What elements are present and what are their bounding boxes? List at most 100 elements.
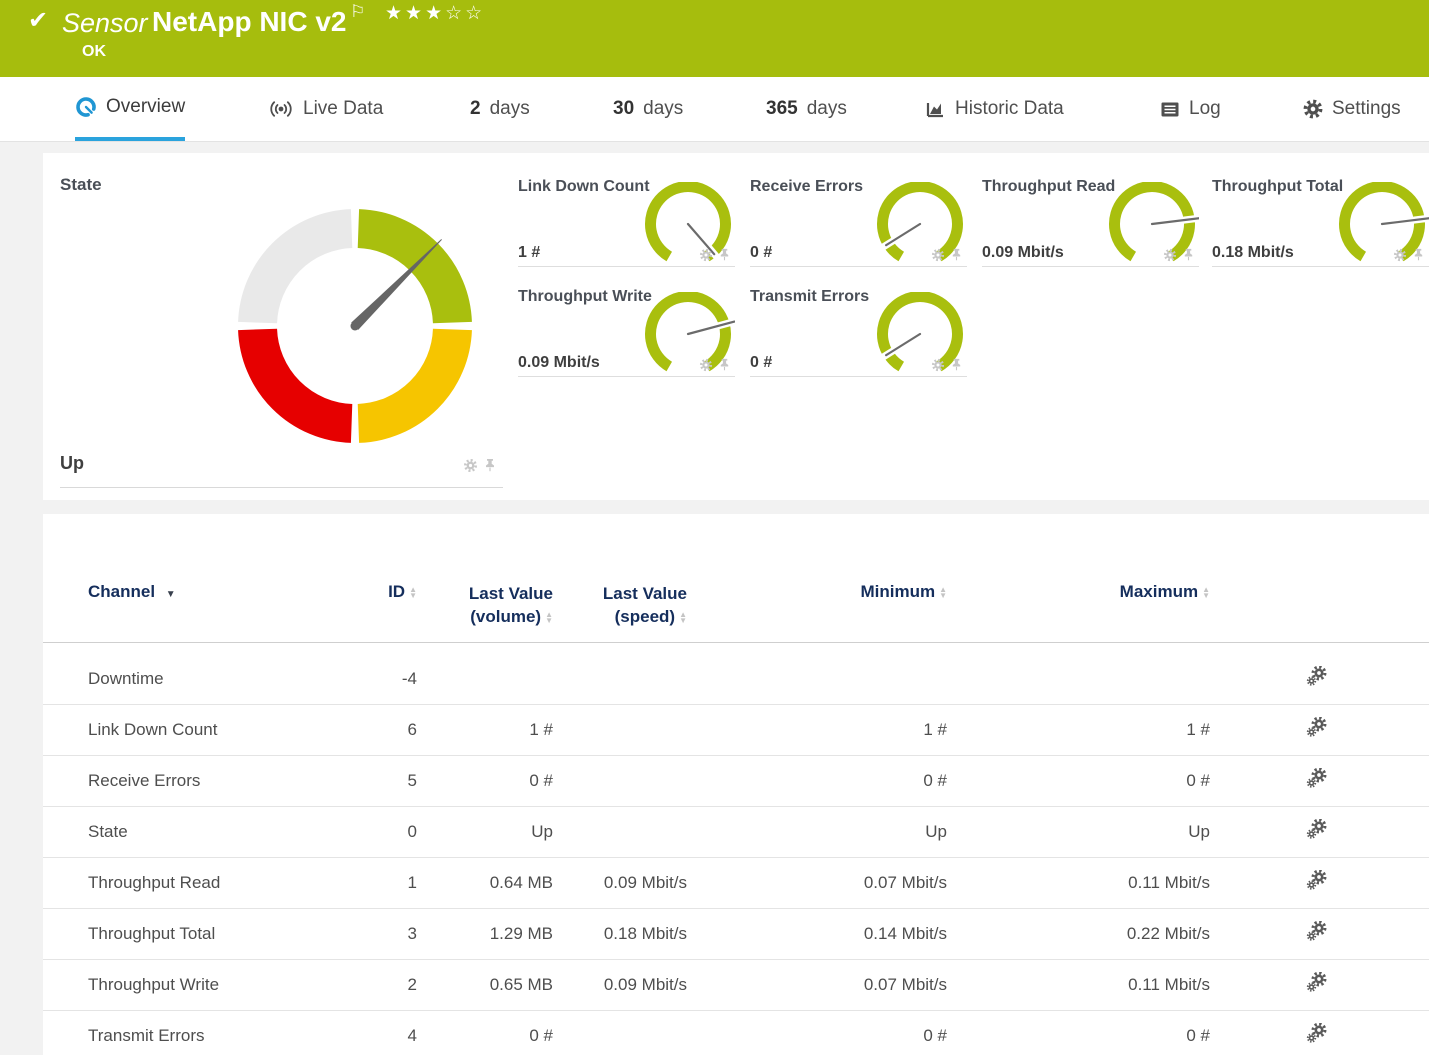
tab-2-days[interactable]: 2 days [470,77,530,141]
gauge-title: Transmit Errors [750,288,869,306]
column-header-label: ID [388,582,405,601]
cell-divider [60,487,503,488]
channel-name: Transmit Errors [43,1026,373,1046]
table-row-transmit-errors: Transmit Errors 4 0 # 0 # 0 # [43,1011,1429,1055]
status-ok-check-icon: ✔ [28,6,48,35]
table-row-receive-errors: Receive Errors 5 0 # 0 # 0 # [43,756,1429,807]
tab-label: Overview [106,96,185,118]
column-header-label: Last Value [603,582,687,605]
gear-icon[interactable] [1393,248,1407,262]
channel-settings-gears-icon[interactable] [1306,870,1328,897]
channel-id: 1 [373,873,417,893]
sort-desc-icon: ▼ [166,589,176,600]
table-row-link-down-count: Link Down Count 6 1 # 1 # 1 # [43,705,1429,756]
gear-icon[interactable] [1163,248,1177,262]
gear-icon[interactable] [931,358,945,372]
stars-empty[interactable]: ☆☆ [445,3,485,24]
pin-icon[interactable] [1412,248,1425,261]
table-row-throughput-read: Throughput Read 1 0.64 MB 0.09 Mbit/s 0.… [43,858,1429,909]
gear-icon[interactable] [931,248,945,262]
channel-name: Throughput Write [43,975,373,995]
tab-historic-data[interactable]: Historic Data [925,77,1064,141]
tab-365-days[interactable]: 365 days [766,77,847,141]
maximum-value: 0.11 Mbit/s [947,975,1210,995]
tab-label: days [807,98,847,120]
sort-icon: ▲▼ [545,612,553,624]
last-value-speed: 0.18 Mbit/s [553,924,687,944]
pin-icon[interactable] [950,248,963,261]
tab-live-data[interactable]: Live Data [268,77,383,141]
pin-icon[interactable] [1182,248,1195,261]
maximum-value: 0.22 Mbit/s [947,924,1210,944]
tab-label: Live Data [303,98,383,120]
gauge-value: 1 # [518,244,540,262]
gauge-title: Link Down Count [518,178,650,196]
gauge-value: 0.18 Mbit/s [1212,244,1294,262]
column-header-last-value-speed[interactable]: Last Value(speed)▲▼ [553,582,687,628]
tab-settings[interactable]: Settings [1303,77,1401,141]
state-gauge-value: Up [60,453,84,474]
gauge-cell-throughput-write: Throughput Write 0.09 Mbit/s [518,286,735,377]
column-header-maximum[interactable]: Maximum▲▼ [947,582,1210,602]
tab-log[interactable]: Log [1160,77,1221,141]
pin-icon[interactable] [950,358,963,371]
pin-icon[interactable] [718,248,731,261]
stars-filled[interactable]: ★★★ [385,3,445,24]
sort-icon: ▲▼ [679,612,687,624]
state-gauge-cell: State Up [43,153,503,500]
tab-30-days[interactable]: 30 days [613,77,683,141]
broadcast-icon [268,99,294,119]
channel-settings-gears-icon[interactable] [1306,921,1328,948]
tab-overview[interactable]: Overview [75,77,185,141]
gear-icon[interactable] [699,358,713,372]
gauges-panel: State Up Link Down Count [43,153,1429,500]
last-value-volume: 1.29 MB [417,924,553,944]
channel-settings-gears-icon[interactable] [1306,717,1328,744]
tab-label: days [643,98,683,120]
channel-name: Throughput Read [43,873,373,893]
table-header-row: Channel ▼ ID ▲▼ Last Value(volume)▲▼ Last… [43,582,1429,643]
column-header-minimum[interactable]: Minimum▲▼ [687,582,947,602]
channel-name: Receive Errors [43,771,373,791]
channel-name: Link Down Count [43,720,373,740]
gear-icon[interactable] [699,248,713,262]
gear-icon [1303,99,1323,119]
channel-id: 2 [373,975,417,995]
pin-icon[interactable] [718,358,731,371]
tab-label: Historic Data [955,98,1064,120]
maximum-value: 0.11 Mbit/s [947,873,1210,893]
gauge-cell-receive-errors: Receive Errors 0 # [750,176,967,267]
channel-settings-gears-icon[interactable] [1306,666,1328,693]
channel-settings-gears-icon[interactable] [1306,819,1328,846]
tab-bar: Overview Live Data 2 days 30 days 365 da… [0,77,1429,142]
sensor-status-header: ✔ Sensor NetApp NIC v2 ⚐ ★★★☆☆ OK [0,0,1429,77]
channel-id: -4 [373,669,417,689]
last-value-volume: 0.64 MB [417,873,553,893]
column-header-id[interactable]: ID ▲▼ [373,582,417,602]
gauge-title: Receive Errors [750,178,863,196]
minimum-value: 0.07 Mbit/s [687,873,947,893]
channel-settings-gears-icon[interactable] [1306,1023,1328,1050]
column-header-last-value-volume[interactable]: Last Value(volume)▲▼ [417,582,553,628]
sensor-overview-page: ✔ Sensor NetApp NIC v2 ⚐ ★★★☆☆ OK Overvi… [0,0,1429,1055]
priority-stars[interactable]: ★★★☆☆ [385,2,485,25]
gauge-cell-link-down-count: Link Down Count 1 # [518,176,735,267]
column-header-channel[interactable]: Channel ▼ [43,582,373,602]
sort-icon: ▲▼ [409,587,417,599]
gauge-cell-transmit-errors: Transmit Errors 0 # [750,286,967,377]
table-row-throughput-total: Throughput Total 3 1.29 MB 0.18 Mbit/s 0… [43,909,1429,960]
gauge-actions [931,248,963,262]
last-value-speed: 0.09 Mbit/s [553,873,687,893]
object-kind-label: Sensor [62,8,148,39]
priority-flag-icon[interactable]: ⚐ [350,2,365,22]
tab-label: Log [1189,98,1221,120]
minimum-value: 0 # [687,1026,947,1046]
channel-settings-gears-icon[interactable] [1306,768,1328,795]
gear-icon[interactable] [463,458,478,473]
pin-icon[interactable] [483,458,497,472]
channels-panel: Channel ▼ ID ▲▼ Last Value(volume)▲▼ Last… [43,514,1429,1055]
channel-name: Downtime [43,669,373,689]
area-chart-icon [925,100,946,119]
channel-settings-gears-icon[interactable] [1306,972,1328,999]
channels-table: Channel ▼ ID ▲▼ Last Value(volume)▲▼ Last… [43,582,1429,1055]
